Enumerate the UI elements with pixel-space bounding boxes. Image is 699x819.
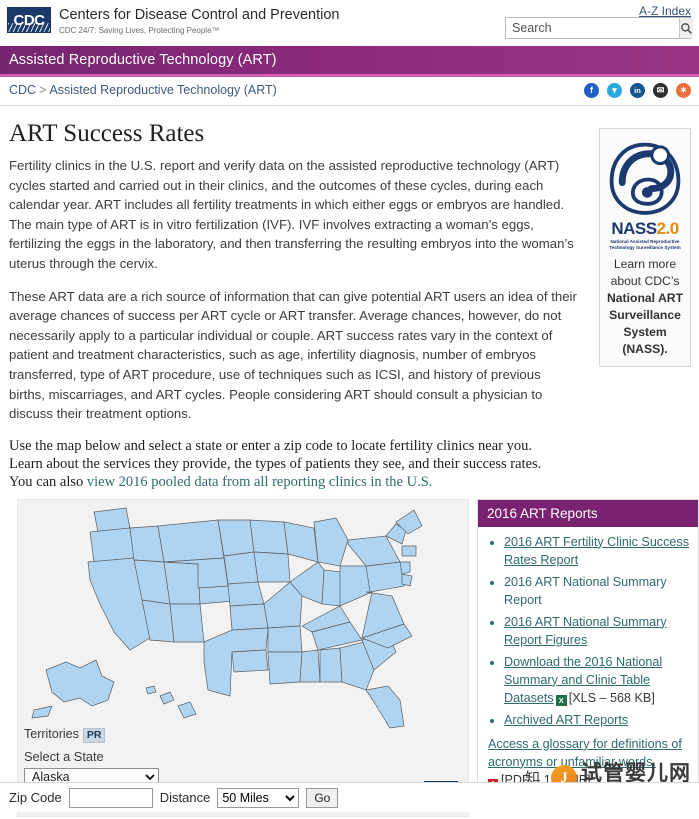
glossary-link[interactable]: Access a glossary for definitions of acr…: [488, 737, 682, 769]
territories-label: Territories: [24, 726, 79, 741]
search-input[interactable]: [506, 18, 679, 38]
nass-link-line-6: (NASS).: [622, 342, 668, 357]
search-box: [505, 17, 693, 39]
reports-panel-header: 2016 ART Reports: [478, 499, 698, 527]
distance-select[interactable]: 50 Miles: [217, 787, 300, 808]
us-clinic-map[interactable]: TerritoriesPR Select a State Alaska Go C…: [17, 498, 469, 817]
nass-link-line-2: about CDC’s: [610, 274, 680, 289]
nass-link-line-4: Surveillance: [609, 308, 681, 323]
instructions-line-1: Use the map below and select a state or …: [9, 437, 532, 454]
xls-icon: X: [555, 694, 567, 706]
nass-wordmark: NASS2.0: [605, 220, 685, 238]
search-icon: [681, 22, 692, 34]
banner-title: Assisted Reproductive Technology (ART): [9, 52, 277, 68]
agency-title: Centers for Disease Control and Preventi…: [59, 7, 340, 23]
cdc-logo[interactable]: CDC Centers for Disease Control and Prev…: [7, 7, 339, 36]
pooled-data-link[interactable]: view 2016 pooled data from all reporting…: [87, 474, 433, 490]
us-states-map[interactable]: [18, 500, 469, 740]
facebook-icon[interactable]: f: [584, 83, 599, 98]
agency-tagline: CDC 24/7: Saving Lives, Protecting Peopl…: [59, 26, 220, 35]
select-state-label: Select a State: [24, 748, 104, 764]
report-link-5[interactable]: Archived ART Reports: [504, 713, 628, 727]
list-item: Download the 2016 National Summary and C…: [504, 653, 690, 707]
report-4-meta: [XLS – 568 KB]: [568, 690, 655, 705]
breadcrumb-row: CDC > Assisted Reproductive Technology (AR…: [0, 77, 699, 106]
page-title: ART Success Rates: [9, 120, 205, 147]
cdc-logo-mark: CDC: [7, 7, 51, 33]
main-content: NASS2.0 National Assisted Reproductive T…: [0, 120, 699, 819]
list-item: 2016 ART National Summary Report: [504, 573, 690, 609]
nass-link-line-3: National ART: [606, 291, 684, 306]
report-link-1[interactable]: 2016 ART Fertility Clinic Success Rates …: [504, 535, 689, 567]
instructions-line-3-prefix: You can also: [9, 473, 87, 490]
site-header: CDC Centers for Disease Control and Prev…: [0, 0, 699, 46]
linkedin-icon[interactable]: in: [630, 83, 645, 98]
instructions-line-2: Learn about the services they provide, t…: [9, 455, 542, 472]
territories-row: Territories PR: [24, 726, 106, 743]
nass-link-line-5: System: [623, 325, 667, 340]
zip-code-input[interactable]: [68, 787, 153, 808]
breadcrumb: CDC > Assisted Reproductive Technology (AR…: [9, 83, 277, 97]
report-link-2[interactable]: 2016 ART National Summary Report: [504, 575, 667, 607]
nass-link-line-1: Learn more: [613, 257, 677, 272]
instructions-line-3: You can also view 2016 pooled data from …: [9, 473, 589, 491]
nass-word-main: NASS: [611, 219, 657, 238]
list-item: 2016 ART National Summary Report Figures: [504, 613, 690, 649]
reports-list: 2016 ART Fertility Clinic Success Rates …: [478, 533, 698, 729]
intro-paragraph-1: Fertility clinics in the U.S. report and…: [9, 158, 574, 271]
nass-logo-icon: [609, 142, 681, 215]
search-button[interactable]: [679, 18, 693, 38]
twitter-icon[interactable]: ▾: [607, 83, 622, 98]
territory-pr-badge[interactable]: PR: [82, 727, 106, 743]
zip-search-bar: Zip Code Distance 50 Miles Go: [0, 782, 699, 812]
zip-code-label: Zip Code: [9, 790, 62, 805]
reports-panel: 2016 ART Reports 2016 ART Fertility Clin…: [477, 498, 699, 804]
zip-go-button[interactable]: Go: [306, 787, 339, 808]
list-item: Archived ART Reports: [504, 711, 690, 729]
distance-label: Distance: [159, 790, 211, 805]
list-item: 2016 ART Fertility Clinic Success Rates …: [504, 533, 690, 569]
nass-subtitle: National Assisted Reproductive Technolog…: [609, 239, 681, 250]
email-icon[interactable]: ✉: [653, 83, 668, 98]
map-instructions: Use the map below and select a state or …: [9, 437, 589, 491]
map-and-reports-region: TerritoriesPR Select a State Alaska Go C…: [8, 498, 699, 819]
intro-paragraph-2: These ART data are a rich source of info…: [9, 288, 577, 422]
syndicate-icon[interactable]: ✶: [676, 83, 691, 98]
nass-promo-box[interactable]: NASS2.0 National Assisted Reproductive T…: [599, 128, 691, 368]
nass-word-version: 2.0: [656, 219, 680, 238]
breadcrumb-current[interactable]: Assisted Reproductive Technology (ART): [49, 83, 276, 97]
az-index-link[interactable]: A-Z Index: [639, 4, 691, 18]
report-link-3[interactable]: 2016 ART National Summary Report Figures: [504, 615, 667, 647]
nass-learn-more-link[interactable]: Learn more about CDC’s National ART Surv…: [605, 256, 685, 358]
social-share-bar: f ▾ in ✉ ✶: [584, 83, 691, 98]
cdc-logo-text: CDC: [13, 11, 46, 29]
breadcrumb-root[interactable]: CDC: [9, 83, 36, 97]
breadcrumb-separator: >: [39, 83, 47, 97]
section-banner: Assisted Reproductive Technology (ART): [0, 46, 699, 77]
agency-name-block: Centers for Disease Control and Preventi…: [59, 7, 339, 36]
